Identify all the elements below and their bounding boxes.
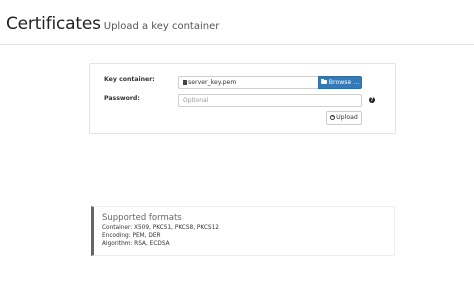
header-divider — [0, 44, 474, 45]
key-container-label: Key container: — [104, 76, 155, 83]
selected-file-name: server_key.pem — [188, 79, 237, 86]
formats-algorithm-line: Algorithm: RSA, ECDSA — [102, 241, 170, 247]
formats-container-line: Container: X509, PKCS1, PKCS8, PKCS12 — [102, 225, 219, 231]
page-subtitle: Upload a key container — [103, 21, 220, 32]
supported-formats-title: Supported formats — [102, 213, 182, 223]
folder-open-icon — [320, 79, 327, 84]
browse-button-label: Browse ... — [328, 79, 360, 86]
page-header: Certificates Upload a key container — [6, 14, 468, 34]
upload-icon — [330, 114, 336, 120]
file-icon — [183, 79, 187, 85]
page-title: Certificates — [6, 14, 101, 34]
supported-formats-callout: Supported formats Container: X509, PKCS1… — [91, 206, 395, 256]
upload-form-panel: Key container: server_key.pem Browse ...… — [89, 63, 396, 134]
formats-encoding-line: Encoding: PEM, DER — [102, 233, 161, 239]
password-input[interactable] — [178, 94, 362, 107]
upload-button[interactable]: Upload — [326, 111, 362, 125]
key-container-file-field[interactable]: server_key.pem — [178, 76, 318, 89]
question-circle-icon[interactable]: ? — [369, 97, 375, 103]
browse-button[interactable]: Browse ... — [318, 76, 362, 89]
password-label: Password: — [104, 95, 140, 102]
upload-button-label: Upload — [336, 114, 358, 121]
